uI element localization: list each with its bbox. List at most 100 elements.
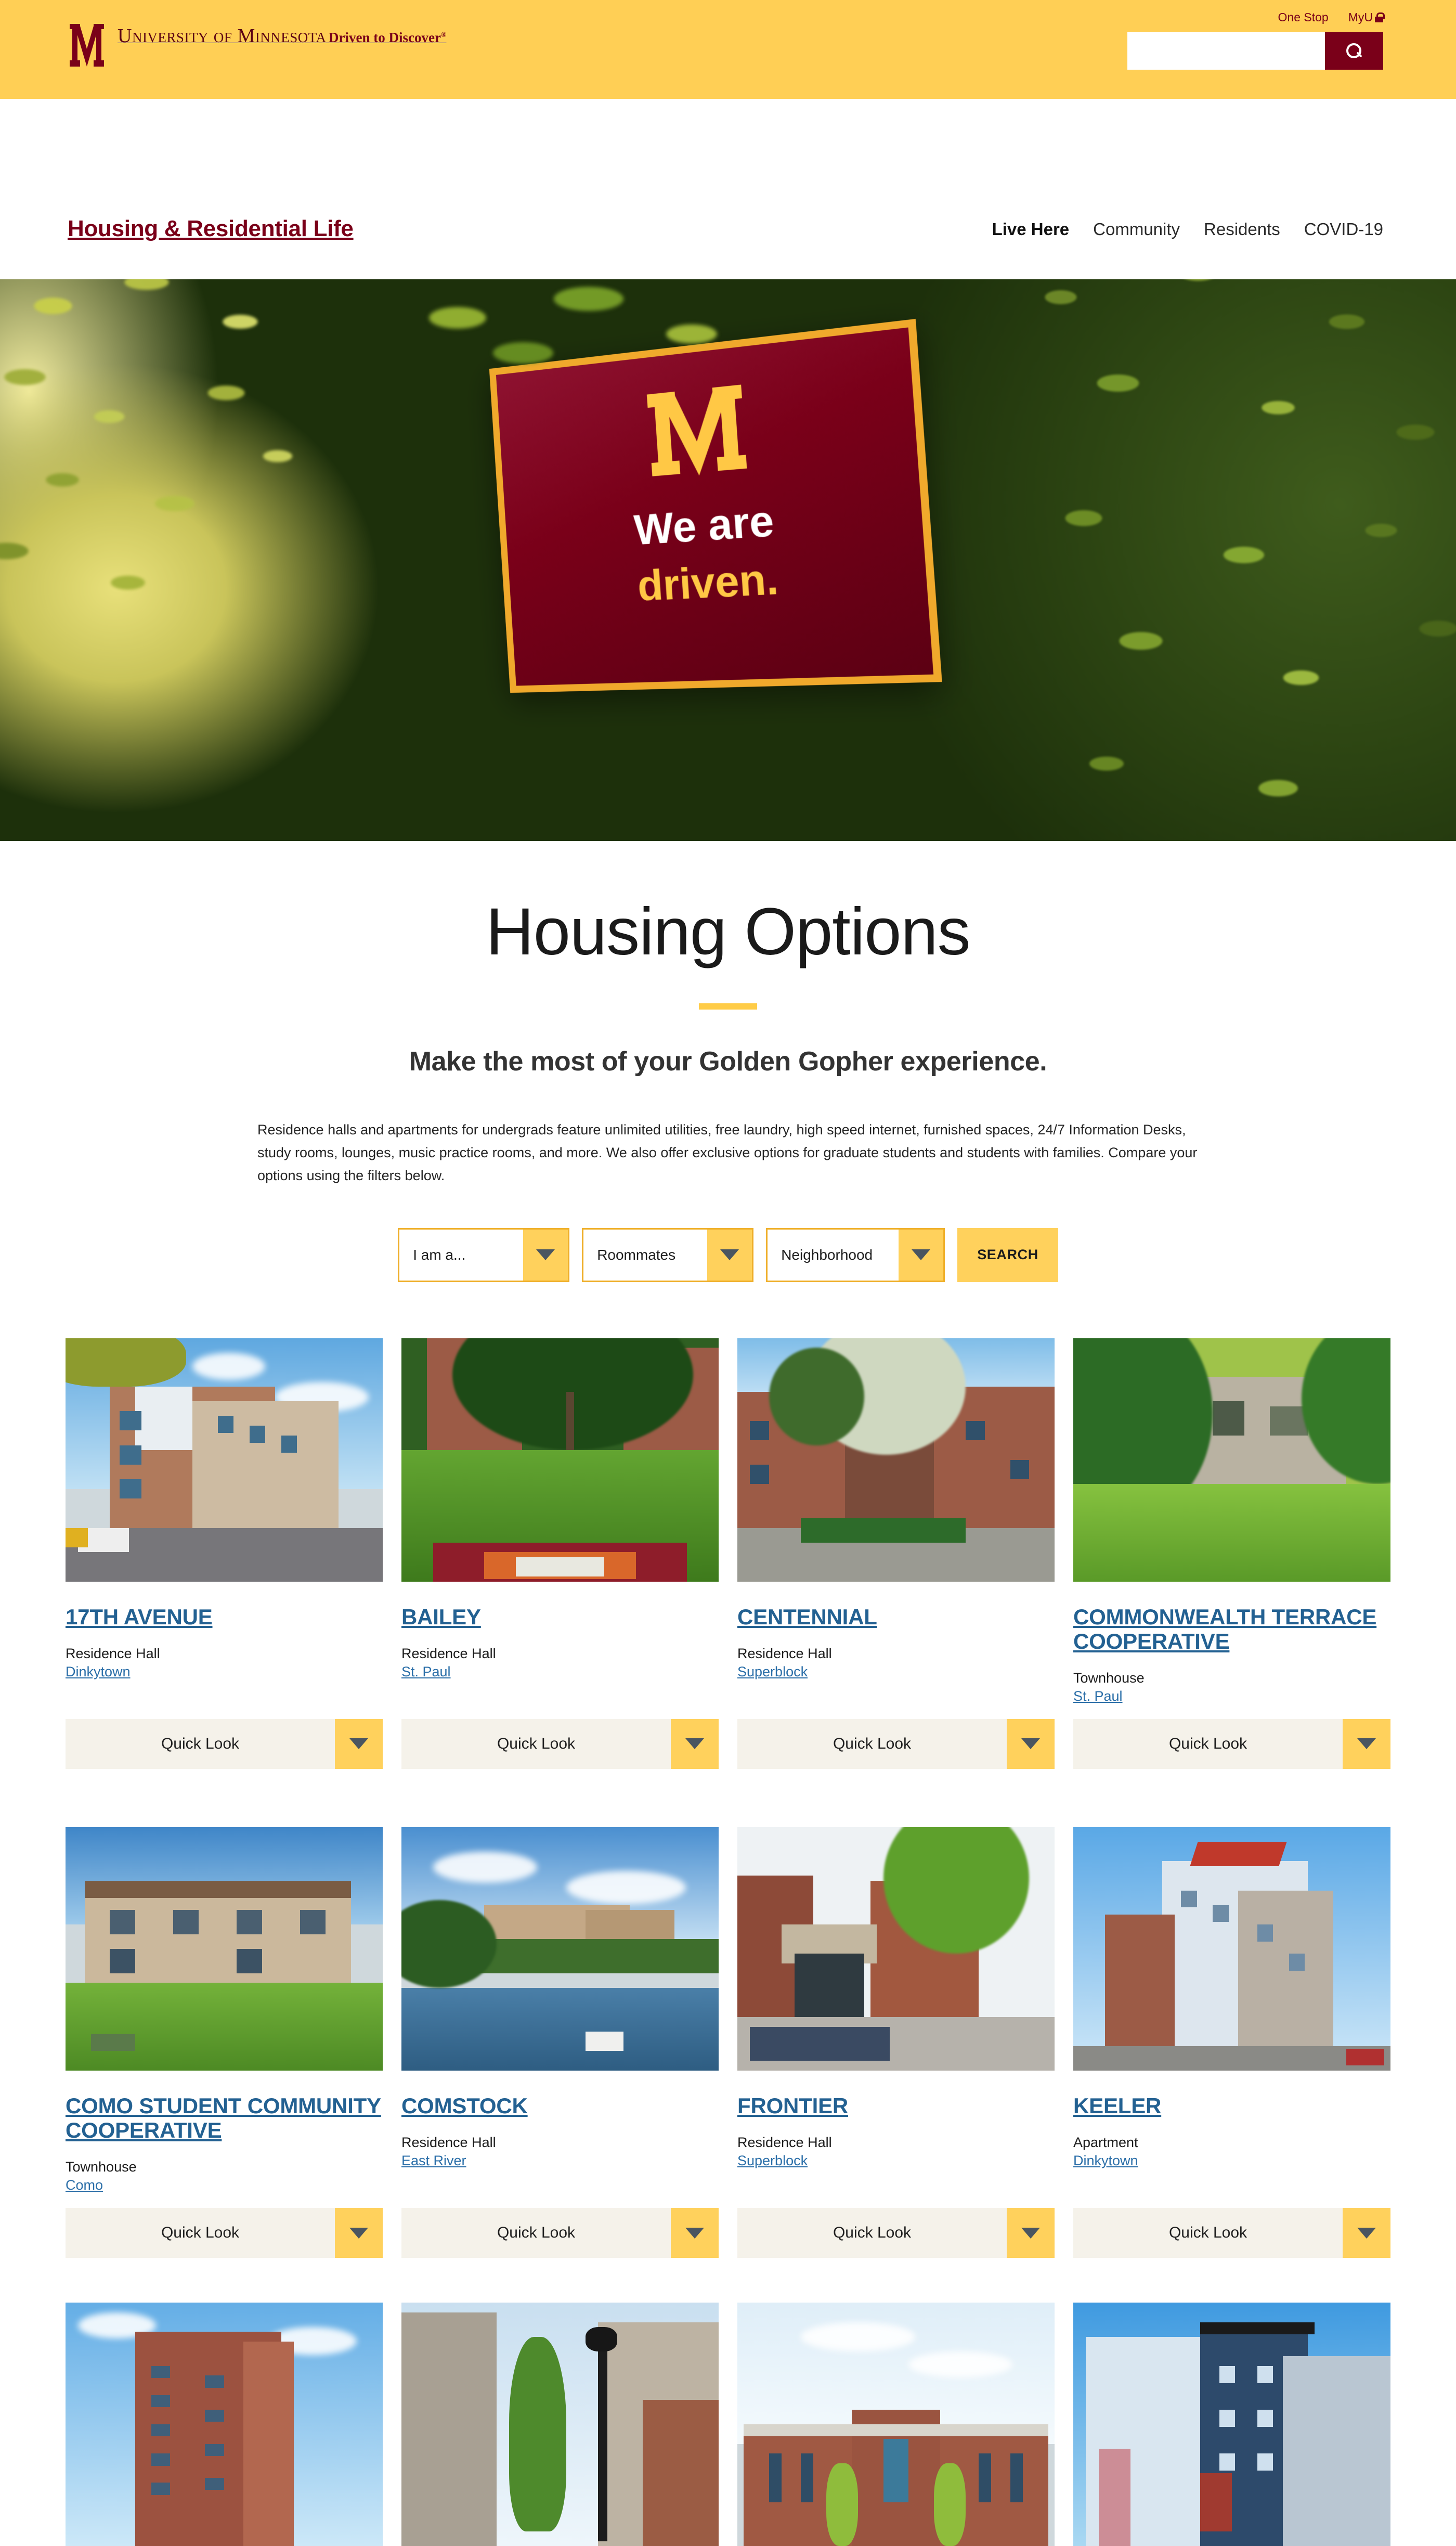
housing-options-grid: 17TH AVENUE Residence Hall Dinkytown BAI… — [66, 1338, 1390, 2546]
chevron-down-icon[interactable] — [1343, 2208, 1390, 2258]
quick-look-toggle-keeler[interactable]: Quick Look — [1073, 2208, 1390, 2258]
quick-look-toggle-bailey[interactable]: Quick Look — [401, 1719, 719, 1769]
page-title: Housing Options — [0, 841, 1456, 967]
chevron-down-icon[interactable] — [707, 1230, 752, 1281]
card-title-como-student-community-cooperative[interactable]: COMO STUDENT COMMUNITY COOPERATIVE — [66, 2093, 381, 2142]
quick-look-label: Quick Look — [66, 2208, 335, 2258]
card-image-commonwealth-terrace-cooperative[interactable] — [1073, 1338, 1390, 1582]
banner-line-2: driven. — [636, 557, 779, 608]
hero-foliage-overlay — [364, 279, 832, 399]
card-image-comstock[interactable] — [401, 1827, 719, 2071]
card-title-17th-avenue[interactable]: 17TH AVENUE — [66, 1605, 213, 1629]
banner-line-1: We are — [633, 498, 775, 551]
chevron-down-icon[interactable] — [1007, 2208, 1055, 2258]
umn-tagline: Driven to Discover® — [329, 30, 446, 45]
umn-search-input[interactable] — [1127, 32, 1325, 70]
card-image-tall-brick-highrise[interactable] — [66, 2303, 383, 2546]
hero-foliage-right — [946, 279, 1456, 841]
card-comstock: COMSTOCK Residence Hall East River — [401, 2071, 719, 2194]
card-image-bailey[interactable] — [401, 1338, 719, 1582]
quick-look-label: Quick Look — [737, 2208, 1007, 2258]
card-image-brick-academic-building[interactable] — [737, 2303, 1055, 2546]
quick-look-label: Quick Look — [1073, 1719, 1343, 1769]
site-header: Housing & Residential Life Live Here Com… — [0, 99, 1456, 279]
registered-mark: ® — [441, 31, 446, 39]
card-title-bailey[interactable]: BAILEY — [401, 1605, 481, 1629]
card-title-comstock[interactable]: COMSTOCK — [401, 2093, 528, 2118]
page-intro-paragraph: Residence halls and apartments for under… — [257, 1119, 1199, 1187]
card-title-centennial[interactable]: CENTENNIAL — [737, 1605, 877, 1629]
search-button[interactable]: SEARCH — [957, 1228, 1058, 1282]
umn-utility-links: One Stop MyU — [1278, 10, 1383, 24]
search-icon — [1346, 43, 1362, 59]
chevron-down-icon[interactable] — [899, 1230, 943, 1281]
card-17th-avenue: 17TH AVENUE Residence Hall Dinkytown — [66, 1582, 383, 1705]
card-neighborhood[interactable]: Superblock — [737, 1664, 808, 1679]
page-subtitle: Make the most of your Golden Gopher expe… — [0, 1046, 1456, 1077]
umn-m-mark-icon — [68, 23, 106, 73]
umn-wordmark-line1: University of Minnesota — [118, 25, 327, 47]
card-image-como-student-community-cooperative[interactable] — [66, 1827, 383, 2071]
umn-search-form — [1127, 32, 1383, 70]
umn-search-submit-button[interactable] — [1325, 32, 1383, 70]
hero-banner-image: We are driven. — [0, 279, 1456, 841]
quick-look-toggle-comstock[interactable]: Quick Look — [401, 2208, 719, 2258]
card-type: Townhouse — [1073, 1669, 1390, 1687]
card-type: Residence Hall — [401, 2134, 719, 2152]
card-image-centennial[interactable] — [737, 1338, 1055, 1582]
card-commonwealth-terrace-cooperative: COMMONWEALTH TERRACE COOPERATIVE Townhou… — [1073, 1582, 1390, 1705]
card-neighborhood[interactable]: Superblock — [737, 2153, 808, 2168]
card-title-keeler[interactable]: KEELER — [1073, 2093, 1161, 2118]
quick-look-label: Quick Look — [401, 2208, 671, 2258]
card-neighborhood[interactable]: Dinkytown — [1073, 2153, 1138, 2168]
housing-filter-bar: I am a... Roommates Neighborhood SEARCH — [0, 1228, 1456, 1282]
card-como-student-community-cooperative: COMO STUDENT COMMUNITY COOPERATIVE Townh… — [66, 2071, 383, 2194]
chevron-down-icon[interactable] — [671, 1719, 719, 1769]
card-frontier: FRONTIER Residence Hall Superblock — [737, 2071, 1055, 2194]
quick-look-toggle-frontier[interactable]: Quick Look — [737, 2208, 1055, 2258]
card-image-townhouse-alley-lamppost[interactable] — [401, 2303, 719, 2546]
card-type: Residence Hall — [66, 1645, 383, 1663]
card-neighborhood[interactable]: St. Paul — [1073, 1688, 1123, 1704]
nav-item-covid-19[interactable]: COVID-19 — [1304, 219, 1383, 239]
quick-look-toggle-commonwealth-terrace-cooperative[interactable]: Quick Look — [1073, 1719, 1390, 1769]
card-type: Residence Hall — [401, 1645, 719, 1663]
card-type: Townhouse — [66, 2158, 383, 2176]
nav-item-community[interactable]: Community — [1093, 219, 1180, 239]
card-type: Residence Hall — [737, 2134, 1055, 2152]
one-stop-link[interactable]: One Stop — [1278, 10, 1329, 24]
site-title-link[interactable]: Housing & Residential Life — [68, 216, 354, 242]
card-neighborhood[interactable]: Como — [66, 2177, 103, 2193]
chevron-down-icon[interactable] — [335, 2208, 383, 2258]
card-image-modern-blue-apartment[interactable] — [1073, 2303, 1390, 2546]
umn-logo-link[interactable]: University of Minnesota Driven to Discov… — [68, 23, 446, 73]
chevron-down-icon[interactable] — [671, 2208, 719, 2258]
card-neighborhood[interactable]: St. Paul — [401, 1664, 451, 1679]
chevron-down-icon[interactable] — [523, 1230, 568, 1281]
quick-look-toggle-como-student-community-cooperative[interactable]: Quick Look — [66, 2208, 383, 2258]
filter-select-neighborhood[interactable]: Neighborhood — [766, 1228, 945, 1282]
quick-look-toggle-centennial[interactable]: Quick Look — [737, 1719, 1055, 1769]
card-type: Residence Hall — [737, 1645, 1055, 1663]
card-image-17th-avenue[interactable] — [66, 1338, 383, 1582]
card-title-frontier[interactable]: FRONTIER — [737, 2093, 848, 2118]
card-image-frontier[interactable] — [737, 1827, 1055, 2071]
card-title-commonwealth-terrace-cooperative[interactable]: COMMONWEALTH TERRACE COOPERATIVE — [1073, 1605, 1376, 1653]
card-image-keeler[interactable] — [1073, 1827, 1390, 2071]
quick-look-toggle-17th-avenue[interactable]: Quick Look — [66, 1719, 383, 1769]
lock-icon — [1375, 12, 1383, 22]
chevron-down-icon[interactable] — [1343, 1719, 1390, 1769]
quick-look-label: Quick Look — [737, 1719, 1007, 1769]
myu-link[interactable]: MyU — [1348, 10, 1383, 24]
card-neighborhood[interactable]: East River — [401, 2153, 466, 2168]
chevron-down-icon[interactable] — [1007, 1719, 1055, 1769]
filter-select-i-am-a[interactable]: I am a... — [398, 1228, 569, 1282]
grid-row-spacer — [66, 2258, 1390, 2303]
card-type: Apartment — [1073, 2134, 1390, 2152]
card-neighborhood[interactable]: Dinkytown — [66, 1664, 131, 1679]
filter-select-roommates[interactable]: Roommates — [582, 1228, 753, 1282]
nav-item-residents[interactable]: Residents — [1204, 219, 1280, 239]
nav-item-live-here[interactable]: Live Here — [992, 219, 1070, 239]
umn-top-bar: University of Minnesota Driven to Discov… — [0, 0, 1456, 99]
chevron-down-icon[interactable] — [335, 1719, 383, 1769]
